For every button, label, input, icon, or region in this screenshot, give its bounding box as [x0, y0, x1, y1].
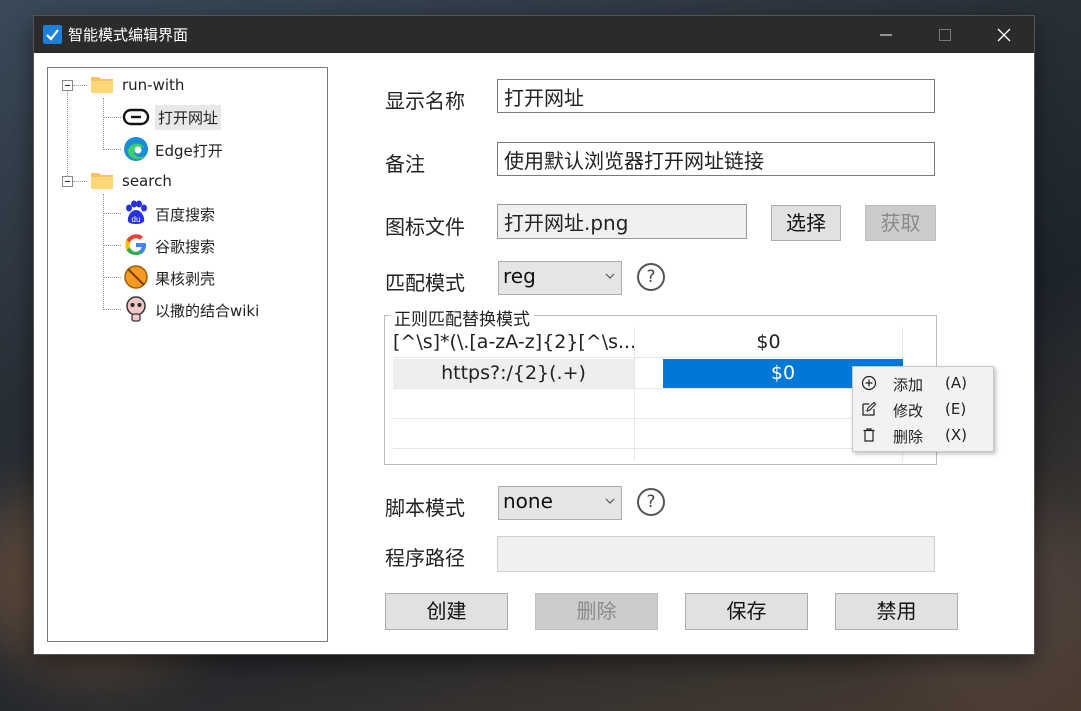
tree-group-search[interactable]: search — [62, 168, 302, 194]
minimize-icon — [880, 34, 892, 36]
menu-item-shortcut: (A) — [945, 374, 967, 392]
fetch-button[interactable]: 获取 — [865, 205, 936, 241]
minimize-button[interactable] — [861, 16, 911, 53]
tree-item-google-search[interactable]: 谷歌搜索 — [122, 232, 322, 258]
window-title: 智能模式编辑界面 — [68, 26, 189, 44]
icon-file-field[interactable]: 打开网址.png — [497, 204, 747, 239]
match-mode-select[interactable]: reg — [498, 261, 622, 295]
tree-item-label: 打开网址 — [155, 105, 222, 130]
tree-item-label: 果核剥壳 — [155, 270, 216, 288]
chevron-down-icon — [605, 273, 615, 279]
match-mode-help-icon[interactable]: ? — [637, 263, 665, 291]
plus-circle-icon — [861, 375, 877, 391]
tree-item-open-url[interactable]: 打开网址 — [122, 104, 322, 130]
tree-connector — [103, 117, 121, 119]
save-button[interactable]: 保存 — [685, 593, 808, 630]
context-menu: 添加 (A) 修改 (E) 删除 (X) — [852, 366, 994, 452]
menu-item-shortcut: (E) — [945, 400, 967, 418]
tree-connector — [103, 277, 121, 279]
maximize-icon — [939, 29, 951, 41]
create-button[interactable]: 创建 — [385, 593, 508, 630]
note-label: 备注 — [385, 152, 425, 176]
tree-connector — [103, 149, 121, 151]
menu-item-shortcut: (X) — [945, 426, 967, 444]
tree-item-edge-open[interactable]: Edge打开 — [122, 136, 322, 162]
display-name-label: 显示名称 — [385, 89, 465, 113]
menu-item-label: 修改 — [893, 402, 924, 420]
program-path-field[interactable] — [497, 536, 935, 572]
tree-connector — [103, 213, 121, 215]
tree-connector — [103, 245, 121, 247]
tree-item-baidu-search[interactable]: du 百度搜索 — [122, 200, 322, 226]
program-path-label: 程序路径 — [385, 546, 465, 570]
tree-item-label: 谷歌搜索 — [155, 238, 216, 256]
regex-table[interactable]: [^\s]*(\.[a-zA-z]{2}[^\s... $0 https?:/{… — [393, 327, 903, 461]
mode-tree[interactable]: run-with 打开网址 Edge打开 search du 百度搜索 谷歌搜索… — [47, 67, 328, 642]
menu-item-edit[interactable]: 修改 (E) — [853, 396, 993, 422]
tree-item-label: 以撒的结合wiki — [155, 302, 260, 320]
disable-button[interactable]: 禁用 — [835, 593, 958, 630]
edit-icon — [862, 401, 877, 416]
collapse-toggle[interactable] — [62, 80, 73, 91]
folder-icon — [91, 173, 113, 189]
display-name-field[interactable]: 打开网址 — [497, 79, 935, 113]
orange-ball-icon — [124, 265, 148, 289]
edge-icon — [124, 137, 148, 161]
tree-connector — [103, 309, 121, 311]
tree-group-label: search — [122, 172, 172, 190]
maximize-button[interactable] — [920, 16, 970, 53]
google-icon — [125, 234, 146, 255]
script-mode-select[interactable]: none — [498, 486, 622, 520]
icon-file-label: 图标文件 — [385, 215, 465, 239]
tree-item-isaac-wiki[interactable]: 以撒的结合wiki — [122, 296, 322, 322]
chevron-down-icon — [605, 498, 615, 504]
grid-line — [393, 448, 903, 449]
grid-line — [393, 357, 903, 358]
app-check-icon — [43, 25, 62, 44]
close-button[interactable] — [979, 16, 1029, 53]
close-icon — [997, 28, 1011, 42]
pattern-cell[interactable]: https?:/{2}(.+) — [393, 359, 634, 388]
tree-connector — [67, 88, 69, 180]
pattern-cell[interactable]: [^\s]*(\.[a-zA-z]{2}[^\s... — [393, 328, 634, 357]
tree-connector — [103, 98, 105, 150]
tree-item-label: Edge打开 — [155, 142, 223, 160]
note-field[interactable]: 使用默认浏览器打开网址链接 — [497, 142, 935, 176]
menu-item-label: 添加 — [893, 376, 924, 394]
svg-text:du: du — [132, 215, 141, 224]
menu-item-label: 删除 — [893, 428, 924, 446]
script-mode-label: 脚本模式 — [385, 496, 465, 520]
edit-window: 智能模式编辑界面 run-with 打开网址 Edge打开 search du … — [34, 16, 1034, 654]
grid-line — [393, 388, 903, 389]
match-mode-label: 匹配模式 — [385, 271, 465, 295]
grid-line — [393, 418, 903, 419]
title-bar[interactable]: 智能模式编辑界面 — [34, 16, 1034, 53]
tree-group-run-with[interactable]: run-with — [62, 72, 302, 98]
delete-button[interactable]: 删除 — [535, 593, 658, 630]
tree-connector — [103, 194, 105, 310]
script-mode-help-icon[interactable]: ? — [637, 488, 665, 516]
link-icon — [122, 108, 150, 126]
choose-button[interactable]: 选择 — [771, 205, 841, 241]
tree-item-guohe[interactable]: 果核剥壳 — [122, 264, 322, 290]
tree-group-label: run-with — [122, 76, 185, 94]
menu-item-add[interactable]: 添加 (A) — [853, 370, 993, 396]
tree-item-label: 百度搜索 — [155, 206, 216, 224]
isaac-icon — [126, 296, 146, 322]
script-mode-value: none — [503, 489, 553, 513]
replace-cell[interactable]: $0 — [635, 328, 902, 357]
collapse-toggle[interactable] — [62, 176, 73, 187]
folder-icon — [91, 77, 113, 93]
menu-item-delete[interactable]: 删除 (X) — [853, 422, 993, 448]
match-mode-value: reg — [503, 264, 536, 288]
baidu-icon: du — [126, 200, 147, 224]
trash-icon — [863, 428, 875, 442]
